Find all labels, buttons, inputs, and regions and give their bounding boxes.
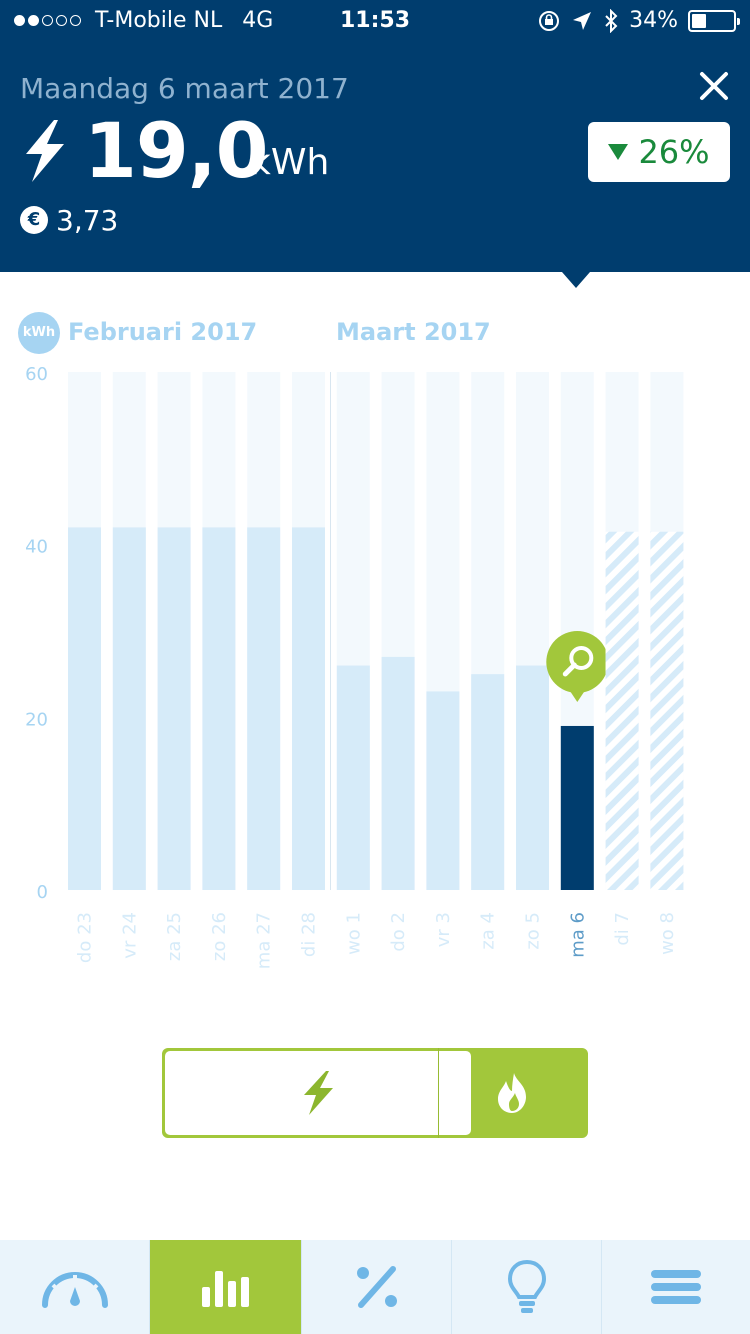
bar[interactable]: [68, 527, 101, 890]
tab-percentage[interactable]: [302, 1240, 452, 1334]
usage-header: Maandag 6 maart 2017 19,0 kWh € 3,73 26%: [0, 40, 750, 272]
gauge-icon: [41, 1272, 108, 1308]
tab-tips[interactable]: [452, 1240, 602, 1334]
y-tick-label: 0: [37, 882, 48, 903]
electricity-icon: [26, 120, 64, 182]
bar[interactable]: [426, 691, 460, 890]
bar[interactable]: [247, 527, 281, 890]
battery-icon: [688, 9, 740, 32]
status-bar: T-Mobile NL 4G 11:53 34%: [0, 0, 750, 40]
arrow-down-icon: [608, 144, 629, 160]
y-tick-label: 20: [25, 709, 48, 730]
change-badge: 26%: [588, 122, 730, 182]
toggle-electricity-and-gas[interactable]: [310, 1048, 438, 1138]
close-icon[interactable]: [696, 68, 732, 104]
lightbulb-icon: [507, 1259, 546, 1313]
electricity-and-gas-icon: [338, 1073, 406, 1113]
bar[interactable]: [292, 527, 325, 890]
location-icon: [573, 11, 592, 30]
rotation-lock-icon: [539, 10, 560, 31]
battery-percent: 34%: [629, 8, 678, 33]
euro-icon: €: [20, 206, 48, 234]
x-tick-label: vr 3: [433, 912, 454, 947]
tab-meter[interactable]: [0, 1240, 150, 1334]
tab-bar: [0, 1240, 750, 1334]
gas-icon: [497, 1073, 526, 1113]
status-icons: 34%: [537, 8, 740, 33]
y-tick-label: 40: [25, 537, 48, 558]
month-label-february: Februari 2017: [68, 318, 258, 346]
x-tick-label: di 28: [299, 912, 320, 957]
energy-type-toggle: [162, 1048, 588, 1138]
x-tick-label: zo 5: [523, 912, 544, 950]
bar-chart-icon: [201, 1271, 249, 1307]
bar-forecast[interactable]: [605, 531, 639, 890]
month-label-march: Maart 2017: [336, 318, 491, 346]
change-percent: 26%: [638, 133, 710, 171]
tab-menu[interactable]: [602, 1240, 750, 1334]
x-tick-label: wo 8: [657, 912, 678, 955]
x-tick-label: ma 6: [567, 912, 588, 958]
bluetooth-icon: [605, 8, 618, 33]
x-tick-label: vr 24: [119, 912, 140, 959]
x-tick-label: za 25: [164, 912, 185, 961]
unit-badge: kWh: [18, 312, 60, 354]
zoom-marker-icon[interactable]: [546, 630, 609, 702]
usage-bar-chart[interactable]: 0 20 40 60 do 23 vr 24 za 25 zo 26 ma 27 di 28 wo…: [0, 360, 750, 980]
bar[interactable]: [202, 527, 236, 890]
usage-cost: 3,73: [56, 204, 119, 237]
bar[interactable]: [471, 674, 505, 890]
x-tick-label: za 4: [478, 912, 499, 950]
selected-date: Maandag 6 maart 2017: [20, 72, 349, 105]
tab-usage-chart[interactable]: [150, 1240, 302, 1334]
x-tick-label: ma 27: [254, 912, 275, 969]
bar[interactable]: [112, 527, 146, 890]
x-tick-label: di 7: [612, 912, 633, 946]
bar[interactable]: [336, 665, 370, 890]
bar[interactable]: [157, 527, 191, 890]
percent-icon: [356, 1266, 397, 1308]
x-tick-label: do 23: [75, 912, 96, 963]
bar-forecast[interactable]: [650, 531, 684, 890]
bar[interactable]: [381, 656, 415, 890]
menu-icon: [651, 1270, 701, 1304]
y-tick-label: 60: [25, 364, 48, 385]
bar-selected[interactable]: [560, 725, 594, 890]
header-pointer: [562, 272, 590, 288]
usage-unit: kWh: [250, 142, 330, 183]
x-tick-label: wo 1: [343, 912, 364, 955]
x-tick-label: do 2: [388, 912, 409, 952]
toggle-gas[interactable]: [439, 1048, 588, 1138]
bar[interactable]: [516, 665, 549, 890]
usage-value: 19,0: [84, 106, 269, 195]
x-tick-label: zo 26: [209, 912, 230, 961]
